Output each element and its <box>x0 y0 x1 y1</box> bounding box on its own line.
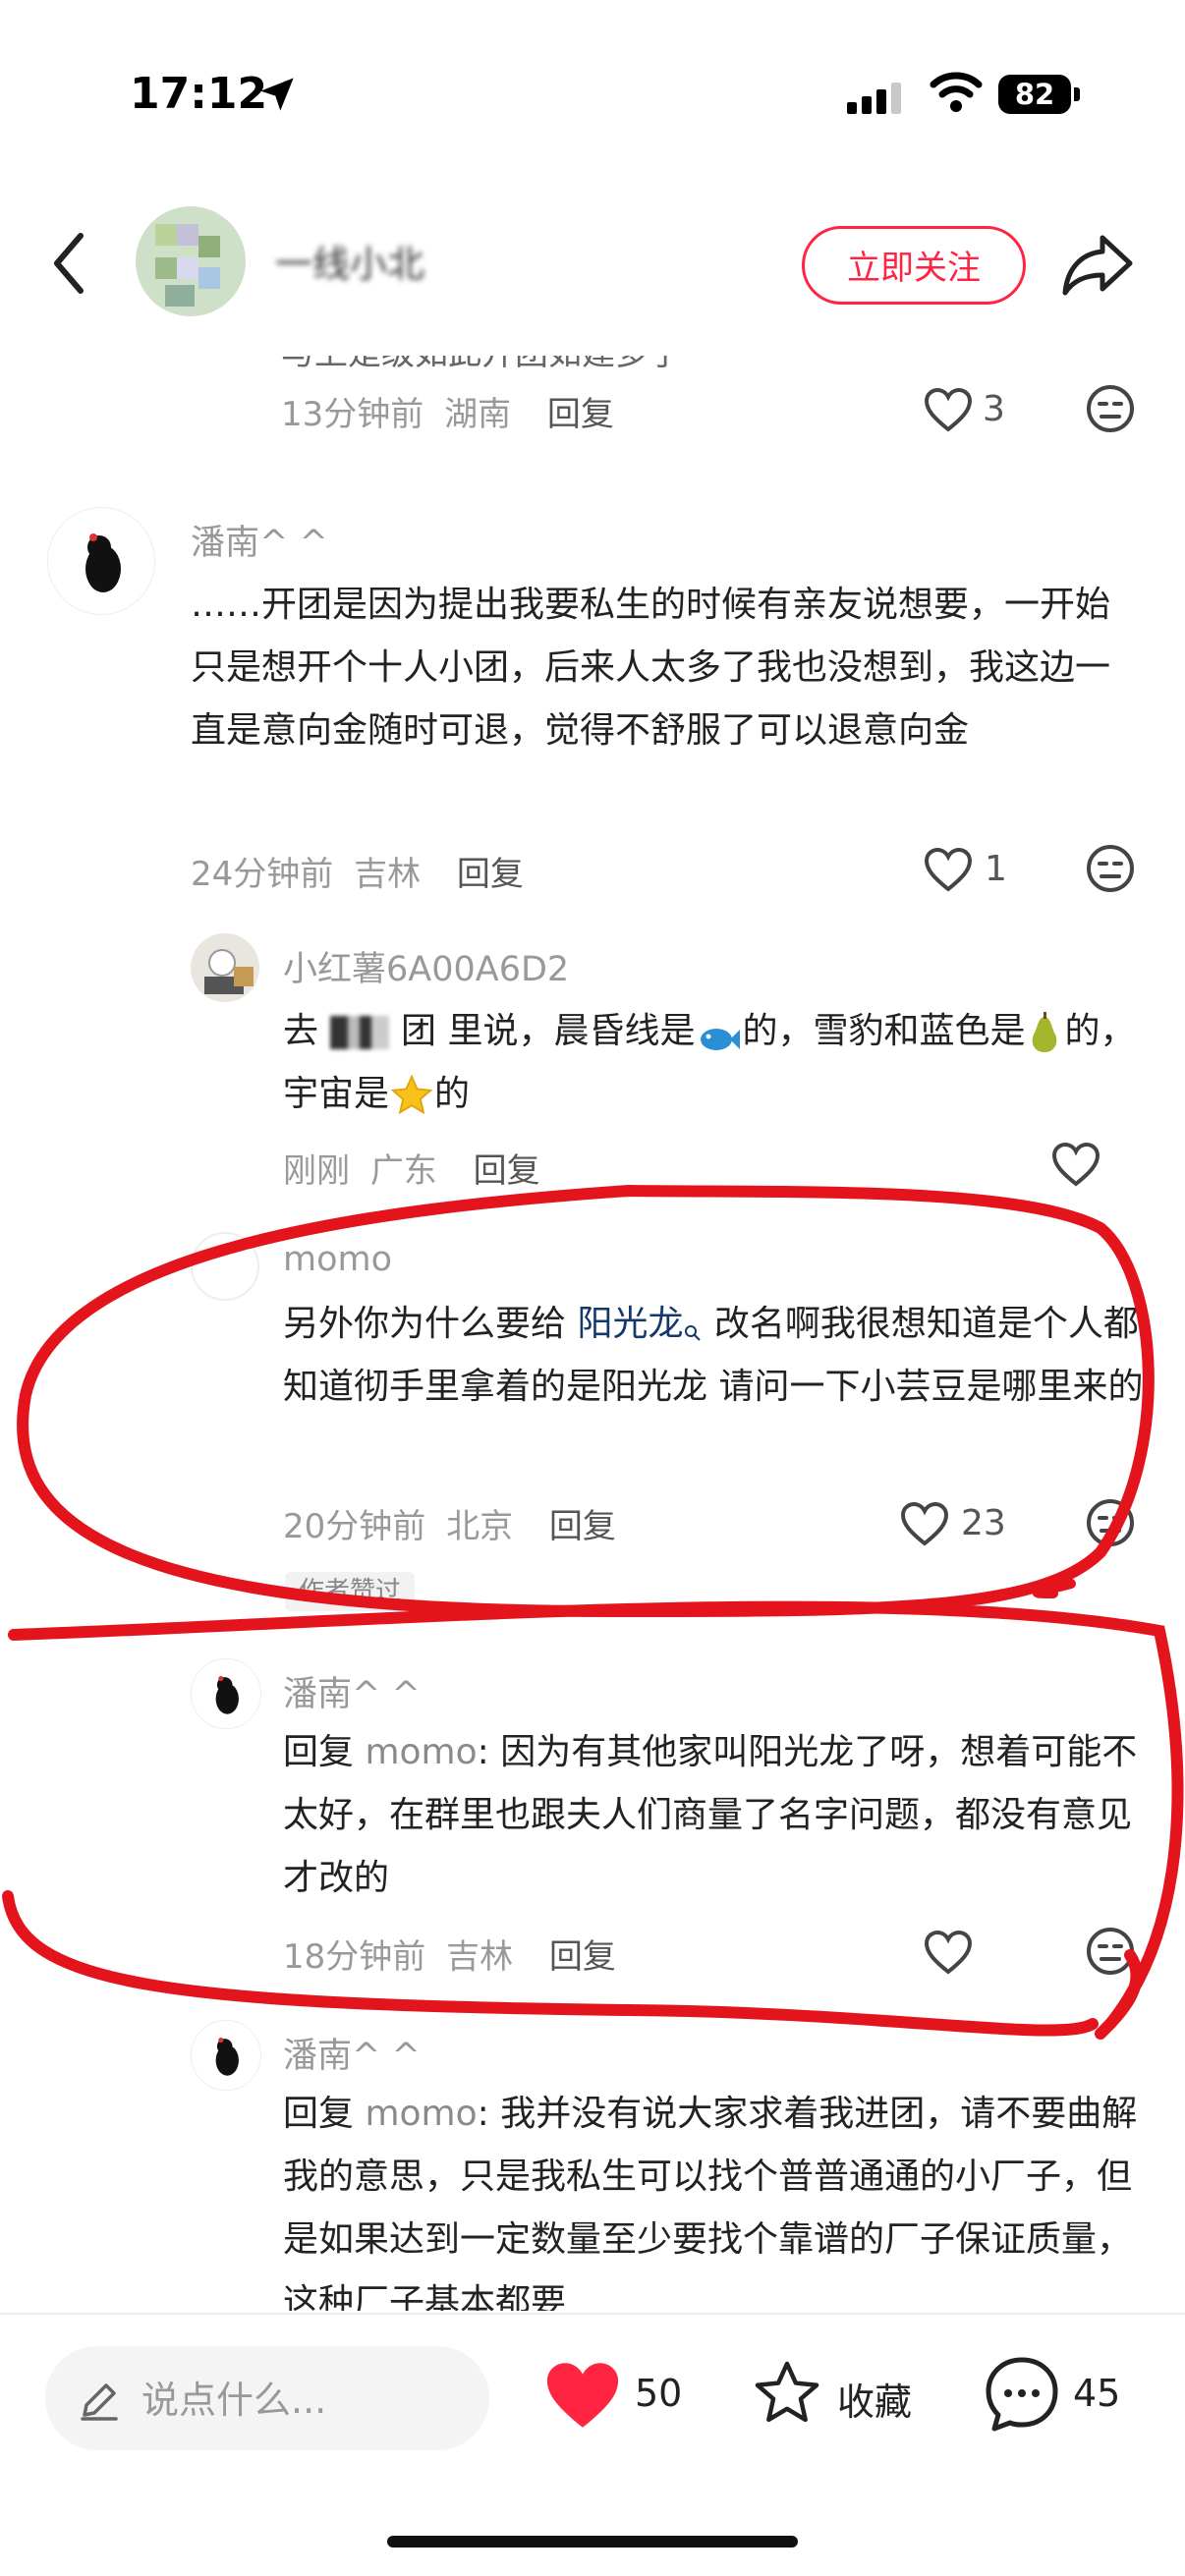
red-annotation-overlay <box>2 1185 1184 2040</box>
collect-label[interactable]: 收藏 <box>837 2372 912 2426</box>
bottom-divider <box>0 2313 1185 2315</box>
like-total: 50 <box>635 2372 683 2415</box>
comment-total: 45 <box>1073 2372 1121 2415</box>
like-filled-heart-icon[interactable] <box>542 2358 623 2433</box>
star-collect-icon[interactable] <box>749 2356 825 2431</box>
home-indicator <box>387 2536 798 2548</box>
comment-input-placeholder[interactable]: 说点什么... <box>141 2370 326 2424</box>
comment-bubble-icon[interactable] <box>983 2354 1061 2435</box>
pencil-icon <box>81 2383 118 2421</box>
